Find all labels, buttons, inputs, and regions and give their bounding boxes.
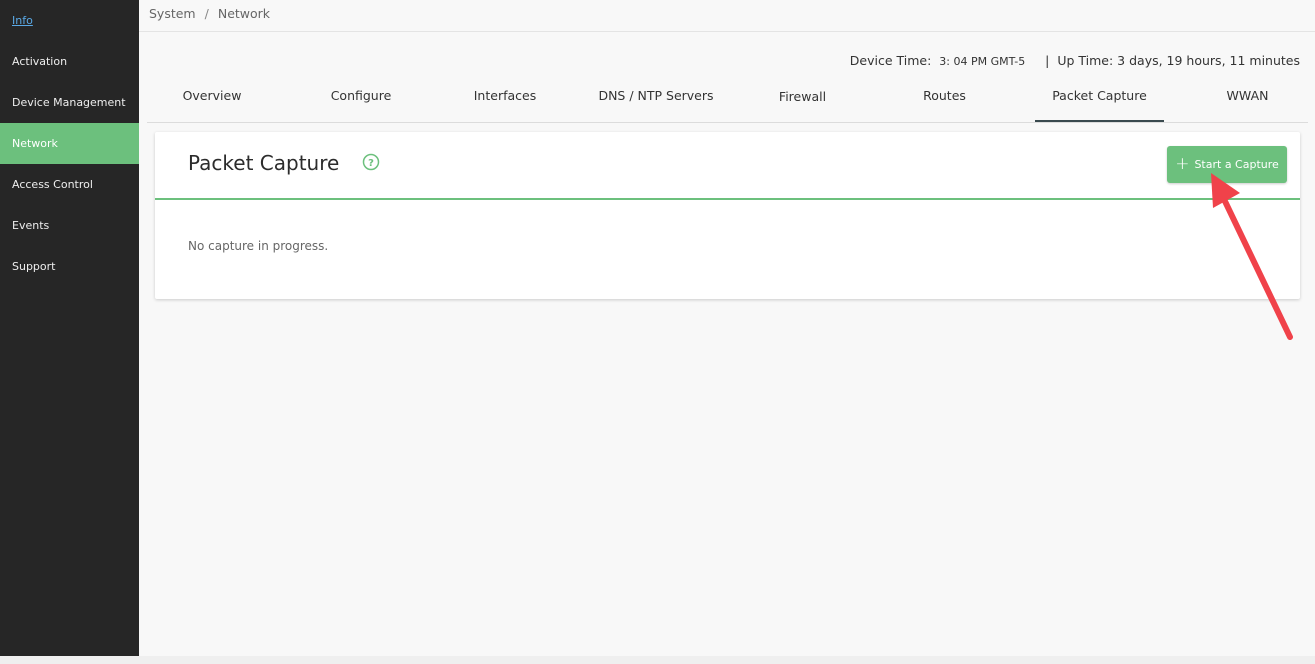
status-separator: |: [1045, 53, 1050, 68]
tab-routes[interactable]: Routes: [866, 82, 1023, 122]
breadcrumb-root[interactable]: System: [149, 6, 196, 21]
tab-overview[interactable]: Overview: [139, 82, 285, 122]
sidebar-item-info[interactable]: Info: [0, 0, 139, 41]
plus-icon: +: [1175, 154, 1190, 174]
breadcrumb: System / Network: [149, 6, 270, 21]
tab-wwan[interactable]: WWAN: [1184, 82, 1311, 122]
device-time-value: 3: 04 PM GMT-5: [939, 55, 1026, 68]
annotation-arrow-icon: [1211, 173, 1293, 340]
help-circle-icon[interactable]: ?: [362, 153, 380, 171]
empty-state-message: No capture in progress.: [188, 239, 329, 253]
device-status: Device Time: 3: 04 PM GMT-5 | Up Time: 3…: [850, 53, 1300, 68]
card-divider: [155, 198, 1300, 200]
sidebar-item-network[interactable]: Network: [0, 123, 139, 164]
device-time-label: Device Time:: [849, 53, 932, 68]
up-time-value: 3 days, 19 hours, 11 minutes: [1117, 53, 1300, 68]
tab-interfaces[interactable]: Interfaces: [437, 82, 573, 122]
breadcrumb-separator: /: [204, 6, 209, 21]
sidebar-item-device-management[interactable]: Device Management: [0, 82, 139, 123]
sidebar-item-support[interactable]: Support: [0, 246, 139, 287]
svg-text:?: ?: [368, 158, 374, 169]
sidebar-item-access-control[interactable]: Access Control: [0, 164, 139, 205]
tab-dns-ntp-servers[interactable]: DNS / NTP Servers: [573, 82, 739, 122]
packet-capture-card: Packet Capture ? + Start a Capture No ca…: [155, 132, 1300, 299]
sidebar: Info Activation Device Management Networ…: [0, 0, 139, 656]
tabs-divider: [147, 122, 1308, 123]
bottom-strip: [0, 656, 1315, 664]
breadcrumb-current: Network: [217, 6, 271, 21]
sidebar-item-events[interactable]: Events: [0, 205, 139, 246]
header-divider: [139, 31, 1315, 32]
sidebar-item-activation[interactable]: Activation: [0, 41, 139, 82]
network-tabs: Overview Configure Interfaces DNS / NTP …: [139, 82, 1315, 122]
tab-packet-capture[interactable]: Packet Capture: [1035, 82, 1164, 122]
tab-configure[interactable]: Configure: [285, 82, 437, 122]
up-time-label: Up Time:: [1057, 53, 1114, 68]
tab-firewall[interactable]: Firewall: [739, 83, 866, 123]
page-title: Packet Capture: [188, 151, 340, 175]
